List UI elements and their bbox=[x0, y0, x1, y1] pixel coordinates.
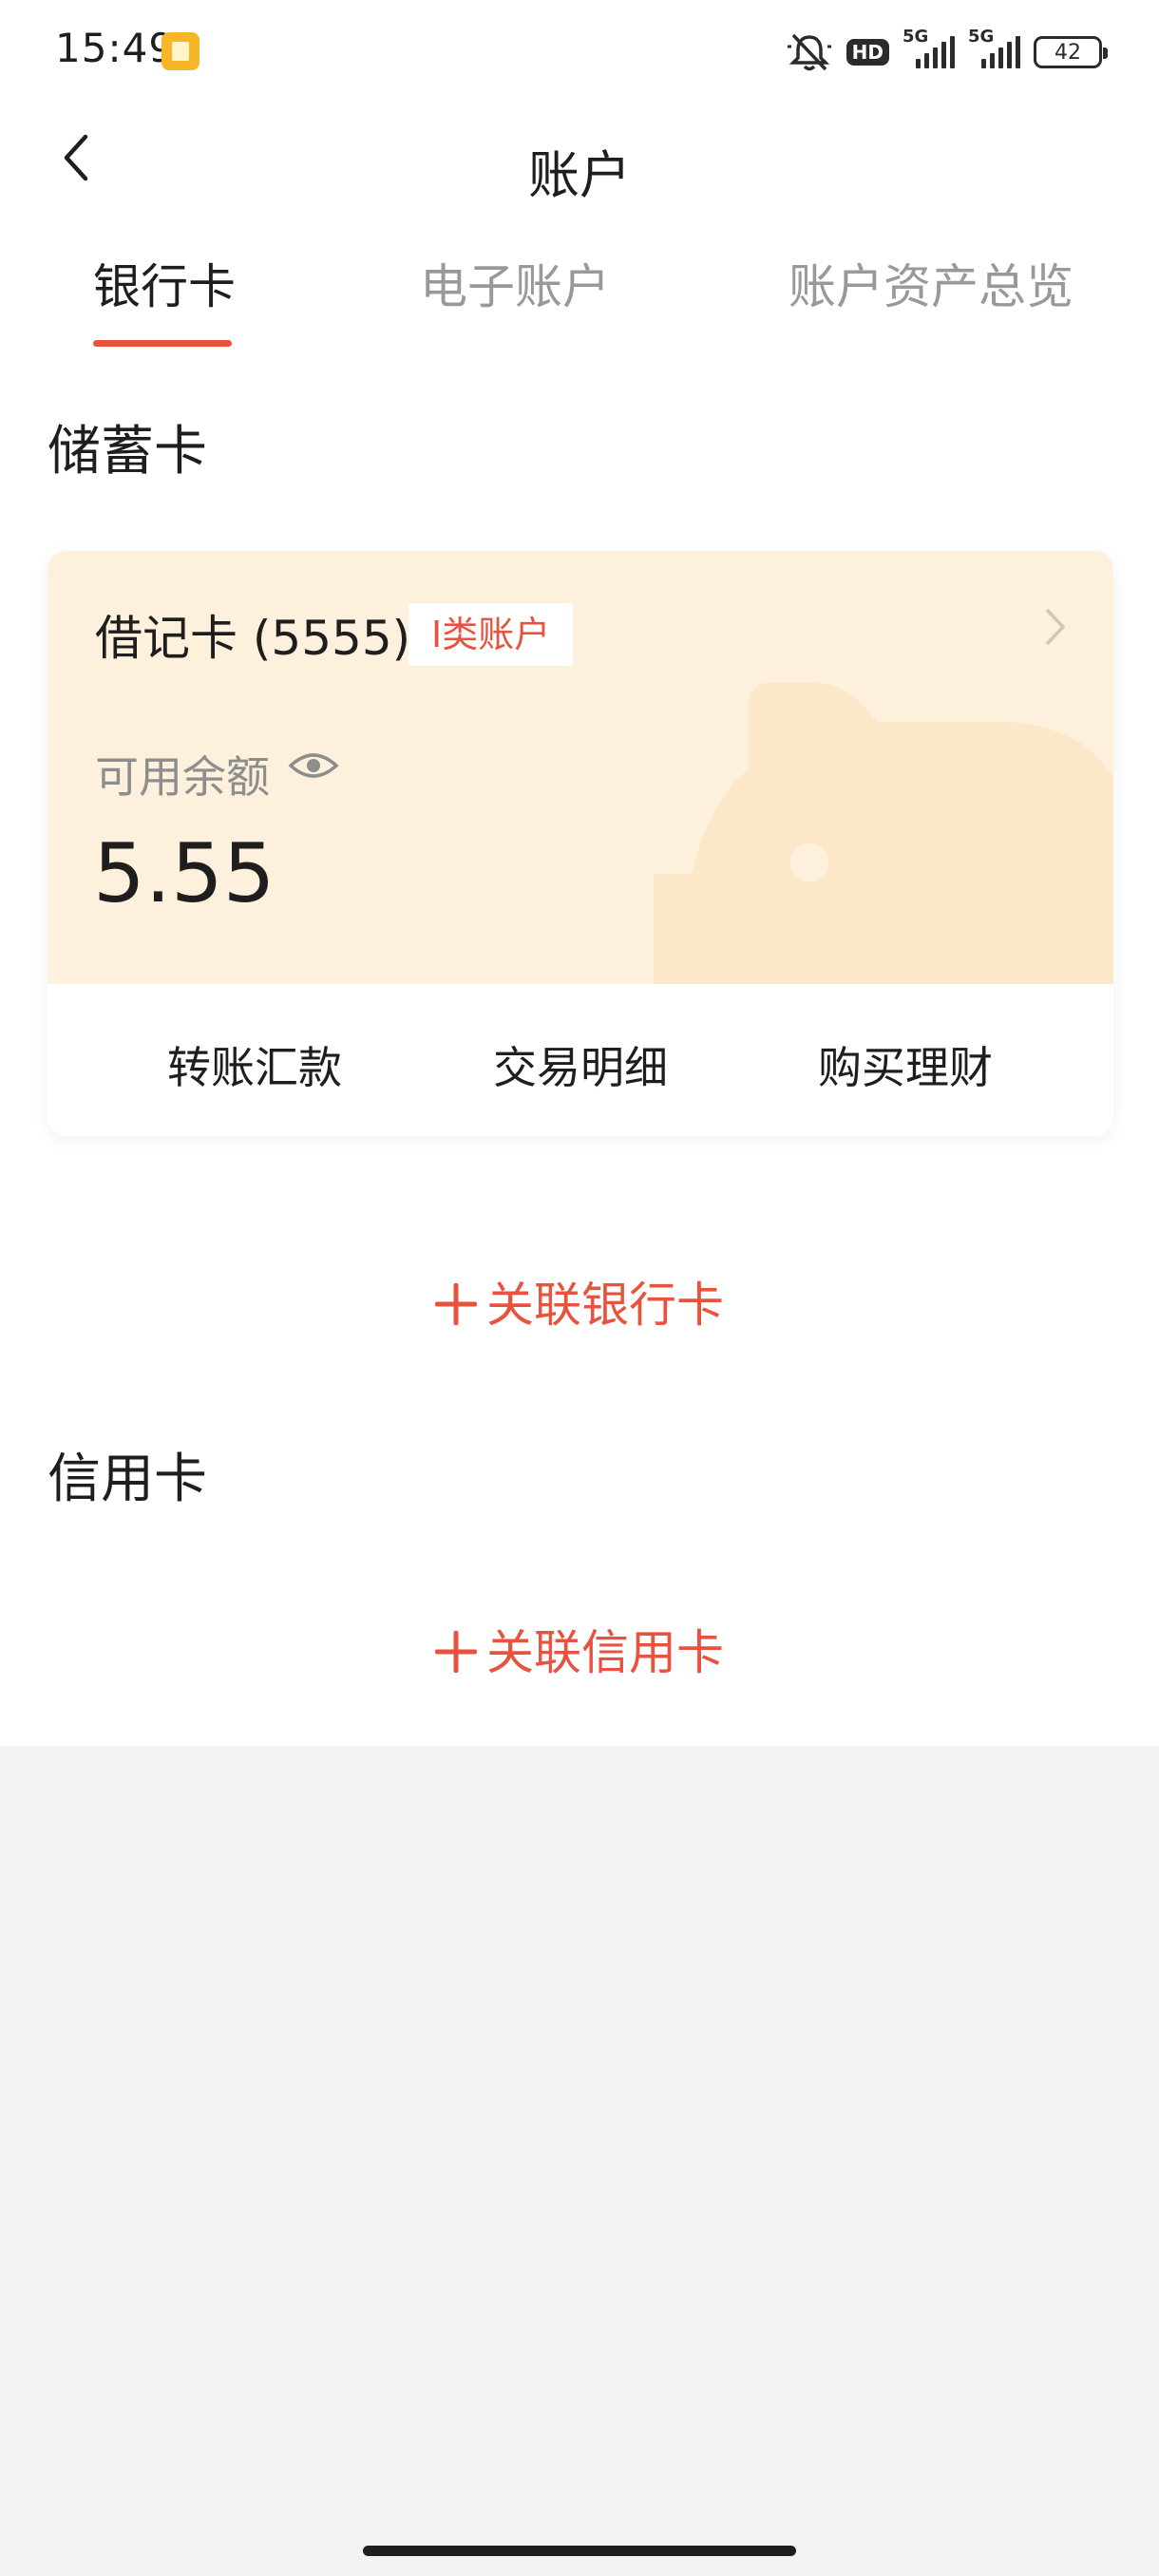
balance-value: 5.55 bbox=[93, 826, 276, 921]
link-bank-card-label: 关联银行卡 bbox=[486, 1278, 724, 1333]
buy-wealth-products-button[interactable]: 购买理财 bbox=[818, 1033, 993, 1096]
mute-bell-icon bbox=[786, 31, 833, 73]
status-icons: HD 5G 5G 42 bbox=[786, 27, 1108, 76]
transaction-details-button[interactable]: 交易明细 bbox=[493, 1033, 668, 1096]
active-tab-indicator bbox=[93, 340, 232, 347]
status-time: 15:49 bbox=[55, 25, 176, 71]
tab-asset-overview[interactable]: 账户资产总览 bbox=[788, 249, 1074, 317]
plus-icon bbox=[435, 1631, 477, 1673]
link-credit-card-label: 关联信用卡 bbox=[486, 1625, 724, 1680]
transfer-button[interactable]: 转账汇款 bbox=[167, 1033, 342, 1096]
link-credit-card-button[interactable]: 关联信用卡 bbox=[0, 1615, 1159, 1683]
piggy-bank-watermark-icon bbox=[654, 682, 1113, 984]
notes-app-icon bbox=[162, 32, 200, 70]
card-name: 借记卡 (5555) bbox=[95, 611, 411, 666]
hd-badge: HD bbox=[846, 39, 889, 66]
signal-icon-1: 5G bbox=[902, 27, 955, 68]
debit-card[interactable]: 借记卡 (5555) Ⅰ类账户 可用余额 5.55 转账汇款 交易明细 购买理财 bbox=[48, 551, 1113, 1136]
section-title-savings: 储蓄卡 bbox=[48, 421, 207, 483]
signal-icon-2: 5G bbox=[968, 27, 1020, 68]
account-type-badge: Ⅰ类账户 bbox=[408, 603, 574, 666]
link-bank-card-button[interactable]: 关联银行卡 bbox=[0, 1267, 1159, 1335]
home-indicator[interactable] bbox=[363, 2546, 796, 2556]
tab-electronic-account[interactable]: 电子账户 bbox=[420, 249, 610, 317]
battery-icon: 42 bbox=[1034, 36, 1108, 68]
chevron-right-icon[interactable] bbox=[1043, 606, 1068, 648]
section-title-credit: 信用卡 bbox=[48, 1449, 207, 1510]
tab-bar: 银行卡 电子账户 账户资产总览 bbox=[0, 249, 1159, 353]
eye-icon[interactable] bbox=[287, 747, 340, 785]
page-title: 账户 bbox=[528, 145, 631, 205]
plus-icon bbox=[435, 1283, 477, 1325]
status-bar: 15:49 HD 5G 5G 42 bbox=[0, 0, 1159, 104]
tab-bank-card[interactable]: 银行卡 bbox=[93, 249, 236, 317]
card-header[interactable]: 借记卡 (5555) Ⅰ类账户 可用余额 5.55 bbox=[48, 551, 1113, 984]
card-actions: 转账汇款 交易明细 购买理财 bbox=[48, 984, 1113, 1136]
balance-label: 可用余额 bbox=[95, 751, 270, 803]
